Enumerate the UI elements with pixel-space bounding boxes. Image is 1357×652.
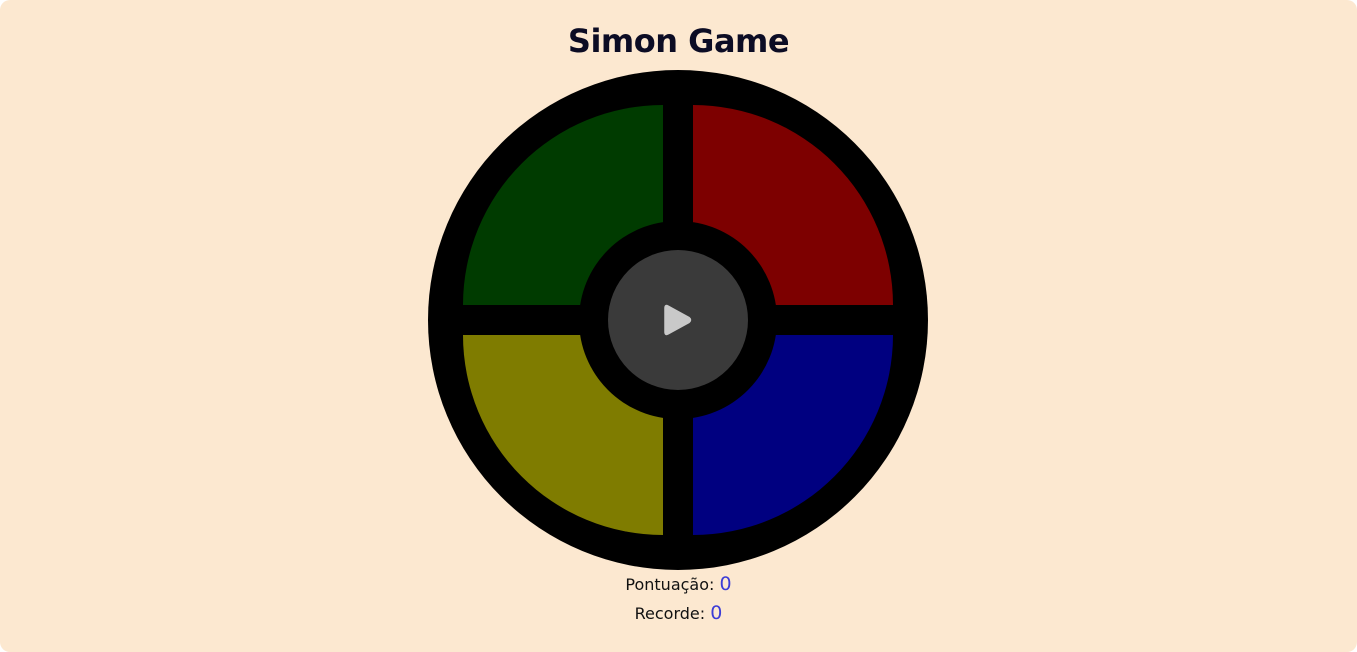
play-icon <box>664 304 692 336</box>
page-title: Simon Game <box>567 22 790 60</box>
score-display: Pontuação: 0 <box>0 573 1357 595</box>
score-label: Pontuação: <box>625 575 715 594</box>
center-ring <box>579 221 777 419</box>
record-value: 0 <box>710 602 723 624</box>
simon-board <box>428 70 928 570</box>
record-display: Recorde: 0 <box>0 602 1357 624</box>
game-page: Simon Game Pontuação: 0 Recorde: 0 <box>0 0 1357 652</box>
score-value: 0 <box>719 573 732 595</box>
record-label: Recorde: <box>634 604 706 623</box>
start-button[interactable] <box>608 250 748 390</box>
